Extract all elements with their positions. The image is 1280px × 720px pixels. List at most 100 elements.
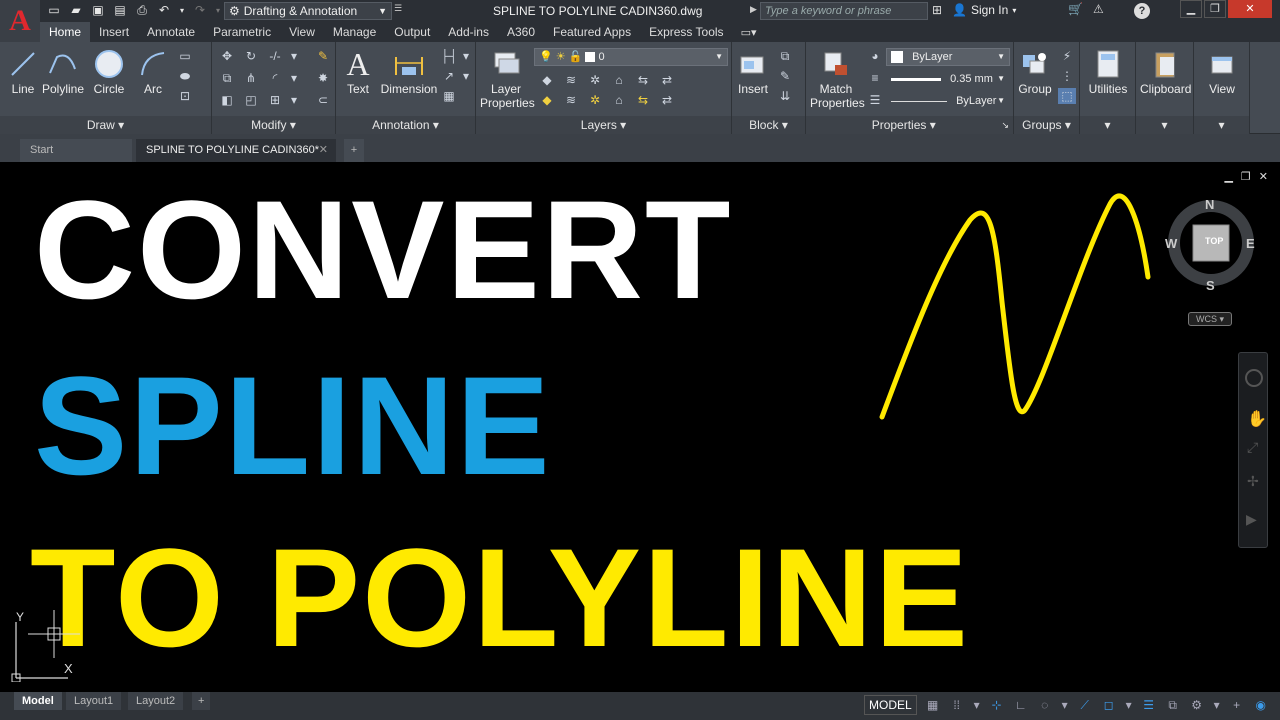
view-expand-icon[interactable]: ▾ (1194, 116, 1249, 134)
workspace-dropdown-icon[interactable]: ▾ (1213, 698, 1221, 712)
lineweight-dropdown[interactable]: 0.35 mm ▼ (886, 70, 1010, 88)
search-input[interactable]: Type a keyword or phrase (760, 2, 928, 20)
close-tab-icon[interactable]: ✕ (319, 139, 328, 162)
offset-icon[interactable]: ⊂ (314, 92, 332, 108)
new-icon[interactable]: ▭ (46, 2, 62, 18)
trim-icon[interactable]: -/- (266, 48, 284, 64)
rectangle-icon[interactable]: ▭ (176, 48, 194, 64)
zoom-extents-icon[interactable]: ⤢ (1247, 439, 1258, 456)
save-icon[interactable]: ▣ (90, 2, 106, 18)
layer-on-icon[interactable]: ◆ (538, 92, 556, 108)
tab-model-layout[interactable]: Model (14, 692, 62, 710)
layer-thaw-icon[interactable]: ✲ (586, 92, 604, 108)
undo-icon[interactable]: ↶ (156, 2, 172, 18)
viewcube[interactable]: TOP N S E W (1165, 197, 1256, 293)
showmotion-icon[interactable]: ▶ (1246, 511, 1257, 528)
viewcube-north[interactable]: N (1205, 197, 1214, 212)
copy-icon[interactable]: ⧉ (218, 70, 236, 86)
text-button[interactable]: A Text (336, 46, 380, 97)
help-icon[interactable]: ? (1134, 3, 1150, 19)
region-icon[interactable]: ⊡ (176, 88, 194, 104)
wcs-menu[interactable]: WCS ▾ (1188, 312, 1232, 326)
open-folder-icon[interactable]: ▰ (68, 2, 84, 18)
scale-icon[interactable]: ◰ (242, 92, 260, 108)
tab-parametric[interactable]: Parametric (204, 22, 280, 42)
ribbon-display-toggle-icon[interactable]: ▭▾ (741, 26, 757, 39)
lineweight-toggle-icon[interactable]: ☰ (1141, 698, 1157, 712)
tab-layout2[interactable]: Layout2 (128, 692, 184, 710)
groups-panel-title[interactable]: Groups ▾ (1014, 116, 1079, 134)
transparency-icon[interactable]: ⧉ (1165, 698, 1181, 713)
insert-button[interactable]: Insert (732, 46, 774, 96)
grid-icon[interactable]: ▦ (925, 698, 941, 712)
redo-dropdown-icon[interactable]: ▾ (214, 2, 222, 18)
array-icon[interactable]: ⊞ (266, 92, 284, 108)
table-icon[interactable]: ▦ (440, 88, 458, 104)
ortho-icon[interactable]: ∟ (1013, 698, 1029, 712)
tab-home[interactable]: Home (40, 22, 91, 42)
polar-dropdown-icon[interactable]: ▾ (1061, 698, 1069, 712)
linetype-dropdown[interactable]: ByLayer ▼ (886, 92, 1010, 110)
color-dropdown[interactable]: ByLayer ▼ (886, 48, 1010, 66)
stretch-icon[interactable]: ◧ (218, 92, 236, 108)
clipboard-expand-icon[interactable]: ▾ (1136, 116, 1193, 134)
fillet-icon[interactable]: ◜ (266, 70, 284, 86)
spline-curve[interactable] (870, 182, 1160, 432)
tab-add-ins[interactable]: Add-ins (439, 22, 498, 42)
tab-output[interactable]: Output (385, 22, 439, 42)
orbit-icon[interactable]: ✢ (1247, 473, 1259, 490)
polyline-button[interactable]: Polyline (38, 46, 88, 96)
snap-dropdown-icon[interactable]: ▾ (973, 698, 981, 712)
viewcube-south[interactable]: S (1206, 278, 1215, 293)
color-wheel-icon[interactable]: ◕ (866, 48, 884, 64)
exchange-icon[interactable]: ⚠ (1093, 2, 1104, 16)
match-properties-button[interactable]: Match Properties (810, 46, 865, 110)
viewcube-west[interactable]: W (1165, 236, 1177, 251)
sign-in-button[interactable]: 👤 Sign In ▾ (952, 3, 1016, 17)
tab-express-tools[interactable]: Express Tools (640, 22, 732, 42)
viewport-close-icon[interactable]: ✕ (1259, 170, 1268, 183)
create-block-icon[interactable]: ⧉ (776, 48, 794, 64)
tab-featured-apps[interactable]: Featured Apps (544, 22, 640, 42)
layer-change-icon[interactable]: ⇆ (634, 92, 652, 108)
tab-layout1[interactable]: Layout1 (66, 692, 122, 710)
pan-icon[interactable]: ✋ (1247, 409, 1267, 429)
circle-button[interactable]: Circle (84, 46, 134, 96)
print-icon[interactable]: ⎙ (134, 2, 150, 18)
binoculars-icon[interactable]: ⊞ (932, 3, 942, 17)
mirror-icon[interactable]: ⋔ (242, 70, 260, 86)
leader-dropdown-icon[interactable]: ▾ (462, 68, 470, 84)
restore-icon[interactable]: ❐ (1204, 0, 1226, 18)
layer-walk-icon[interactable]: ⇄ (658, 92, 676, 108)
viewport-minimize-icon[interactable]: ▁ (1224, 170, 1232, 183)
osnap-icon[interactable]: ◻ (1101, 698, 1117, 712)
snap-icon[interactable]: ⁞⁞ (949, 698, 965, 712)
trim-dropdown-icon[interactable]: ▾ (290, 48, 298, 64)
viewport-restore-icon[interactable]: ❐ (1241, 170, 1251, 183)
explode-icon[interactable]: ✸ (314, 70, 332, 86)
tab-view[interactable]: View (280, 22, 324, 42)
utilities-expand-icon[interactable]: ▾ (1080, 116, 1135, 134)
layer-isolate-icon[interactable]: ≋ (562, 72, 580, 88)
tab-insert[interactable]: Insert (90, 22, 138, 42)
cart-icon[interactable]: 🛒 (1068, 2, 1083, 16)
redo-icon[interactable]: ↷ (192, 2, 208, 18)
layer-match-icon[interactable]: ⇆ (634, 72, 652, 88)
block-attributes-icon[interactable]: ⇊ (776, 88, 794, 104)
move-icon[interactable]: ✥ (218, 48, 236, 64)
edit-block-icon[interactable]: ✎ (776, 68, 794, 84)
leader-icon[interactable]: ↗ (440, 68, 458, 84)
dimension-button[interactable]: Dimension (380, 46, 438, 96)
workspace-dropdown[interactable]: ⚙ Drafting & Annotation ▼ (224, 2, 392, 20)
modify-panel-title[interactable]: Modify ▾ (212, 116, 335, 134)
osnap-dropdown-icon[interactable]: ▾ (1125, 698, 1133, 712)
view-button[interactable]: View (1197, 46, 1247, 96)
layer-previous-icon[interactable]: ⇄ (658, 72, 676, 88)
layer-unlock-icon[interactable]: ⌂ (610, 92, 628, 108)
layer-lock-icon[interactable]: ⌂ (610, 72, 628, 88)
dynamic-input-icon[interactable]: ⊹ (989, 698, 1005, 712)
tab-start[interactable]: Start (20, 139, 132, 162)
group-button[interactable]: Group (1014, 46, 1056, 96)
group-edit-icon[interactable]: ⋮ (1058, 68, 1076, 84)
application-menu-button[interactable]: A (0, 0, 40, 42)
